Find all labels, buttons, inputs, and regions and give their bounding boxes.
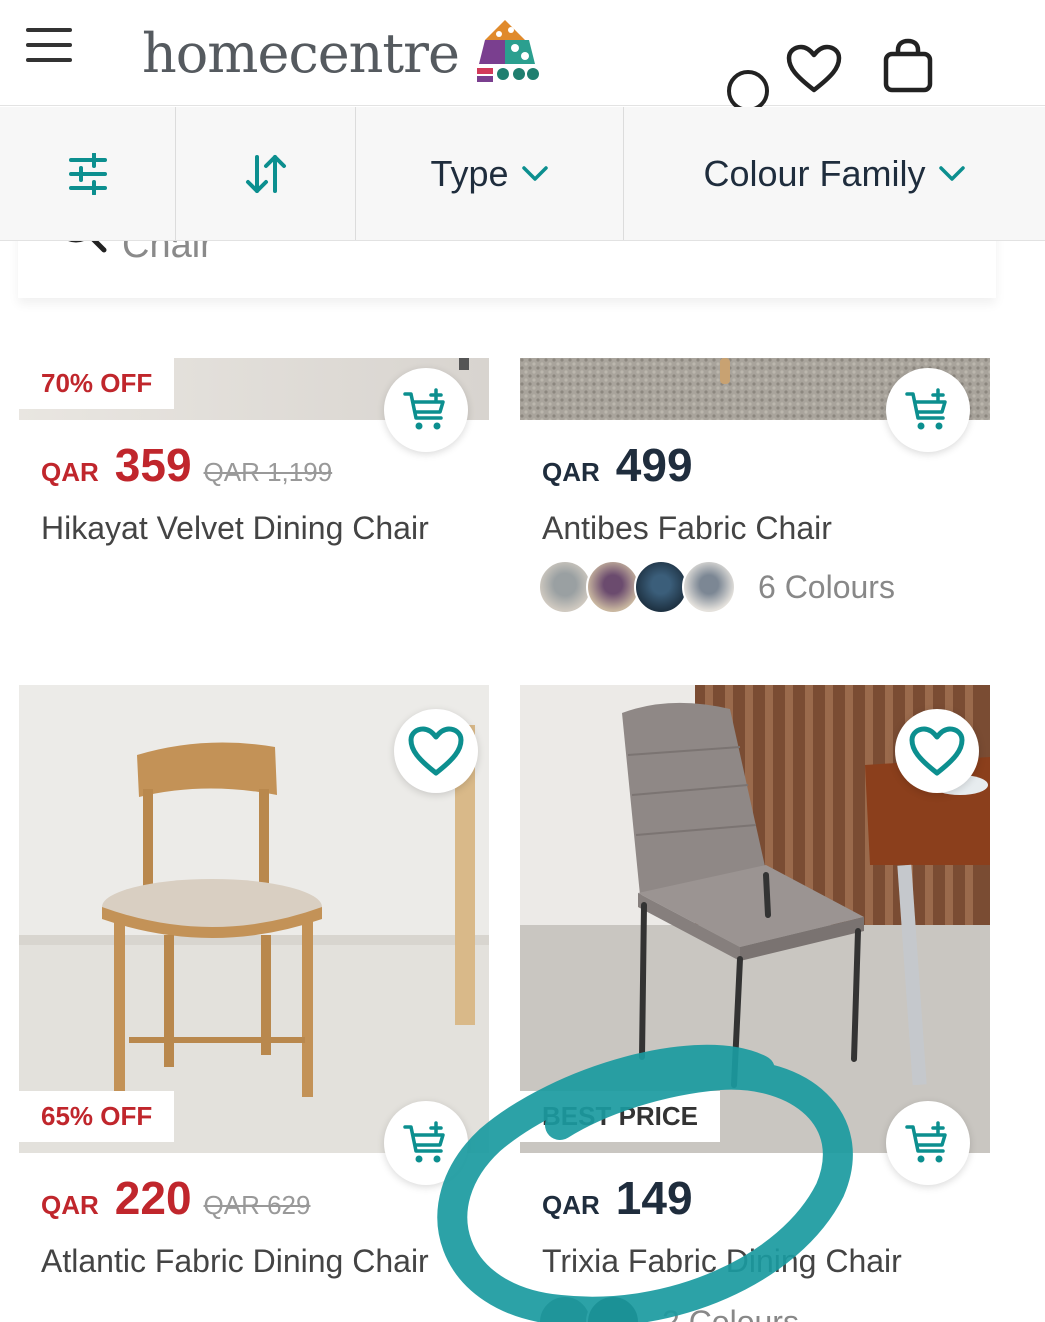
wishlist-button[interactable]	[394, 709, 478, 793]
price-row: QAR 499	[542, 438, 693, 492]
logo-mark-icon	[476, 20, 539, 82]
sort-arrows-icon	[245, 154, 286, 193]
currency: QAR	[542, 1190, 600, 1220]
swatch[interactable]	[538, 1295, 592, 1322]
type-filter-label: Type	[430, 152, 509, 194]
discount-badge: 65% OFF	[19, 1091, 175, 1142]
product-name[interactable]: Atlantic Fabric Dining Chair	[41, 1243, 481, 1280]
search-icon[interactable]	[727, 70, 769, 112]
price: 499	[615, 439, 693, 491]
colour-filter-label: Colour Family	[703, 152, 926, 194]
add-to-cart-button[interactable]	[886, 368, 970, 452]
price: 359	[114, 439, 192, 491]
price-row: QAR 220 QAR 629	[41, 1171, 310, 1225]
add-to-cart-button[interactable]	[384, 368, 468, 452]
heart-icon	[408, 726, 464, 776]
colour-swatches[interactable]: 2 Colours	[538, 1295, 799, 1322]
colour-family-filter[interactable]: Colour Family	[624, 107, 1045, 240]
logo-text: homecentre	[142, 21, 460, 85]
chevron-down-icon	[938, 165, 965, 181]
price: 149	[615, 1172, 693, 1224]
swatch[interactable]	[682, 560, 736, 614]
cart-plus-icon	[403, 388, 445, 430]
discount-badge: 70% OFF	[19, 358, 175, 409]
product-name[interactable]: Hikayat Velvet Dining Chair	[41, 510, 429, 547]
chevron-down-icon	[521, 165, 548, 181]
price: 220	[114, 1172, 192, 1224]
swatch[interactable]	[586, 1295, 640, 1322]
colours-count[interactable]: 6 Colours	[758, 569, 895, 606]
price-row: QAR 359 QAR 1,199	[41, 438, 332, 492]
filter-button[interactable]	[0, 107, 176, 240]
filter-bar: Type Colour Family	[0, 107, 1045, 241]
product-name[interactable]: Antibes Fabric Chair	[542, 510, 832, 547]
currency: QAR	[41, 457, 99, 487]
heart-icon[interactable]	[786, 44, 842, 94]
old-price: QAR 1,199	[203, 457, 333, 487]
currency: QAR	[41, 1190, 99, 1220]
swatch[interactable]	[634, 560, 688, 614]
bag-icon[interactable]	[882, 38, 934, 94]
best-price-badge: BEST PRICE	[520, 1091, 721, 1142]
product-card[interactable]: BEST PRICE QAR 149 Trixia Fabric Dining …	[520, 685, 990, 1322]
swatch[interactable]	[538, 560, 592, 614]
add-to-cart-button[interactable]	[886, 1101, 970, 1185]
cart-plus-icon	[403, 1121, 445, 1163]
type-filter[interactable]: Type	[356, 107, 624, 240]
colours-count[interactable]: 2 Colours	[662, 1304, 799, 1322]
cart-plus-icon	[905, 388, 947, 430]
add-to-cart-button[interactable]	[384, 1101, 468, 1185]
price-row: QAR 149	[542, 1171, 693, 1225]
filter-sliders-icon	[68, 152, 107, 195]
logo[interactable]: homecentre	[142, 18, 541, 88]
header: homecentre	[0, 0, 1045, 112]
swatch[interactable]	[586, 560, 640, 614]
product-name[interactable]: Trixia Fabric Dining Chair	[542, 1243, 902, 1280]
colour-swatches[interactable]: 6 Colours	[538, 560, 895, 614]
old-price: QAR 629	[203, 1190, 311, 1220]
heart-icon	[909, 726, 965, 776]
menu-icon[interactable]	[26, 28, 72, 66]
product-card[interactable]: 70% OFF QAR 359 QAR 1,199 Hikayat Velvet…	[19, 358, 489, 598]
product-card[interactable]: QAR 499 Antibes Fabric Chair 6 Colours	[520, 358, 990, 618]
cart-plus-icon	[905, 1121, 947, 1163]
currency: QAR	[542, 457, 600, 487]
product-card[interactable]: 65% OFF QAR 220 QAR 629 Atlantic Fabric …	[19, 685, 489, 1322]
sort-button[interactable]	[176, 107, 356, 240]
wishlist-button[interactable]	[895, 709, 979, 793]
